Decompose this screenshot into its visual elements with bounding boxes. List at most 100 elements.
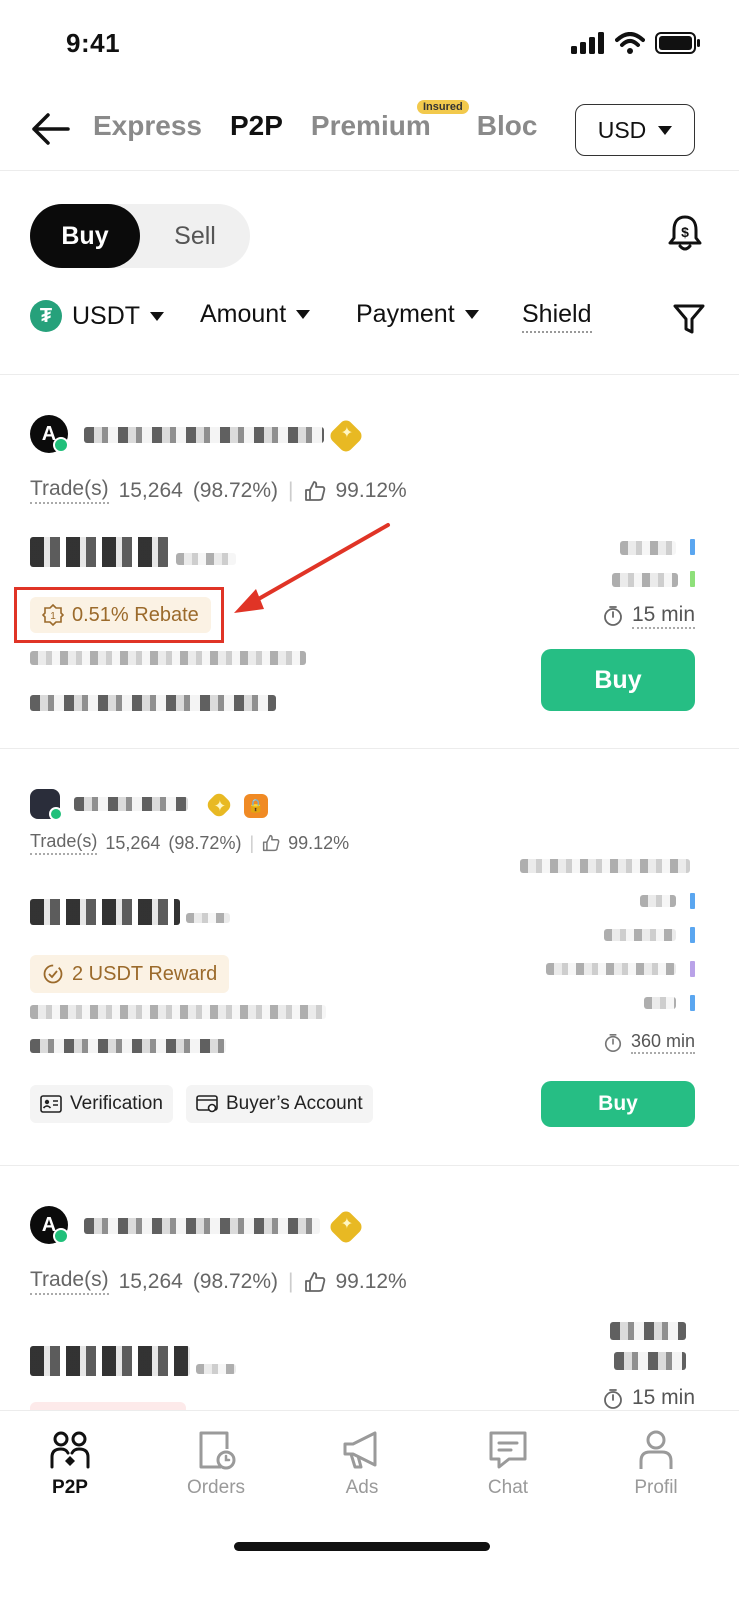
timer-icon bbox=[604, 1033, 622, 1052]
nav-profile-label: Profil bbox=[634, 1477, 678, 1498]
thumbs-up-icon bbox=[304, 480, 325, 501]
payment-method-color-bar bbox=[690, 927, 695, 943]
separator: | bbox=[288, 1269, 294, 1293]
verified-merchant-badge-icon bbox=[327, 1208, 365, 1246]
thumbs-up-icon bbox=[304, 1271, 325, 1292]
bottom-nav: P2P Orders Ads Chat Profil bbox=[0, 1410, 739, 1600]
merchant-name-redacted[interactable] bbox=[74, 797, 188, 811]
trades-label: Trade(s) bbox=[30, 831, 98, 855]
megaphone-icon bbox=[343, 1431, 377, 1469]
toggle-sell[interactable]: Sell bbox=[140, 204, 250, 268]
trades-label: Trade(s) bbox=[30, 477, 109, 504]
nav-p2p[interactable]: P2P bbox=[0, 1429, 140, 1499]
nav-p2p-label: P2P bbox=[52, 1477, 88, 1498]
available-redacted bbox=[30, 1039, 226, 1053]
payment-filter-label: Payment bbox=[356, 300, 455, 328]
verification-tag: Verification bbox=[30, 1085, 173, 1123]
separator: | bbox=[249, 832, 255, 853]
payment-method-redacted bbox=[640, 895, 676, 907]
merchant-name-redacted[interactable] bbox=[84, 427, 324, 443]
trades-rate: (98.72%) bbox=[168, 832, 242, 853]
like-rate: 99.12% bbox=[288, 832, 350, 853]
shield-filter-label: Shield bbox=[522, 300, 592, 333]
tab-block[interactable]: Bloc bbox=[477, 110, 538, 142]
amount-filter-label: Amount bbox=[200, 300, 287, 328]
tab-premium[interactable]: Premium bbox=[311, 110, 431, 142]
status-time: 9:41 bbox=[66, 28, 121, 58]
currency-select[interactable]: USD bbox=[575, 104, 695, 156]
payment-method-redacted bbox=[604, 929, 676, 941]
price-unit-redacted bbox=[196, 1364, 236, 1374]
trades-label: Trade(s) bbox=[30, 1268, 109, 1295]
chevron-down-icon bbox=[150, 311, 165, 321]
promo-badge-partial bbox=[30, 1402, 186, 1410]
price-redacted bbox=[30, 899, 180, 925]
payment-methods-header-redacted bbox=[520, 859, 690, 873]
trade-stats: Trade(s) 15,264 (98.72%) | 99.12% bbox=[30, 1268, 407, 1295]
verification-tag-label: Verification bbox=[70, 1093, 163, 1114]
signal-icon bbox=[571, 32, 604, 54]
asset-filter-label: USDT bbox=[72, 301, 141, 330]
payment-method-redacted bbox=[620, 541, 676, 555]
chat-icon bbox=[489, 1431, 527, 1469]
currency-value: USD bbox=[597, 116, 647, 143]
reward-badge[interactable]: 2 USDT Reward bbox=[30, 955, 230, 993]
nav-chat[interactable]: Chat bbox=[438, 1429, 578, 1499]
toggle-buy[interactable]: Buy bbox=[30, 204, 140, 268]
payment-time: 15 min bbox=[602, 603, 695, 629]
asset-filter[interactable]: ₮ USDT bbox=[30, 300, 165, 332]
payment-method-color-bar bbox=[690, 961, 695, 977]
shield-filter[interactable]: Shield bbox=[522, 300, 592, 333]
price-redacted bbox=[30, 1346, 190, 1376]
payment-method-redacted bbox=[610, 1322, 686, 1340]
buy-button[interactable]: Buy bbox=[541, 1081, 695, 1127]
account-card-icon bbox=[196, 1095, 218, 1113]
back-arrow-icon[interactable] bbox=[30, 112, 72, 146]
payment-time: 15 min bbox=[602, 1386, 695, 1410]
nav-orders[interactable]: Orders bbox=[146, 1429, 286, 1499]
divider bbox=[0, 170, 739, 171]
merchant-name-redacted[interactable] bbox=[84, 1218, 320, 1234]
verified-merchant-badge-icon bbox=[204, 790, 234, 820]
like-rate: 99.12% bbox=[335, 478, 407, 502]
home-indicator[interactable] bbox=[234, 1542, 490, 1551]
trades-rate: (98.72%) bbox=[192, 478, 279, 502]
wifi-icon bbox=[615, 32, 645, 54]
payment-method-color-bar bbox=[690, 893, 695, 909]
rebate-badge[interactable]: 1 0.51% Rebate bbox=[30, 597, 211, 633]
payment-method-redacted bbox=[644, 997, 676, 1009]
trade-stats: Trade(s) 15,264 (98.72%) | 99.12% bbox=[30, 831, 349, 855]
buy-sell-toggle: Buy Sell bbox=[30, 204, 250, 268]
funnel-filter-icon[interactable] bbox=[672, 302, 706, 336]
payment-filter[interactable]: Payment bbox=[356, 300, 479, 329]
online-status-dot bbox=[53, 437, 69, 453]
chevron-down-icon bbox=[296, 310, 311, 319]
nav-ads-label: Ads bbox=[345, 1477, 379, 1498]
lock-badge-icon: 🔒 bbox=[244, 794, 268, 818]
tab-express[interactable]: Express bbox=[93, 110, 202, 142]
verified-merchant-badge-icon bbox=[327, 417, 365, 455]
svg-text:1: 1 bbox=[50, 611, 56, 622]
amount-filter[interactable]: Amount bbox=[200, 300, 311, 329]
buyer-account-tag: Buyer’s Account bbox=[186, 1085, 373, 1123]
trades-count: 15,264 bbox=[105, 832, 161, 853]
nav-profile[interactable]: Profil bbox=[586, 1429, 726, 1499]
tab-p2p[interactable]: P2P bbox=[230, 110, 283, 142]
payment-time-value: 15 min bbox=[631, 603, 695, 629]
status-icons bbox=[571, 32, 701, 54]
buy-button[interactable]: Buy bbox=[541, 649, 695, 711]
chevron-down-icon bbox=[464, 310, 479, 319]
price-alert-bell-icon[interactable]: $ bbox=[668, 214, 702, 252]
payment-time: 360 min bbox=[603, 1031, 695, 1054]
chevron-down-icon bbox=[658, 125, 673, 135]
limits-redacted bbox=[30, 1005, 326, 1019]
payment-method-redacted bbox=[614, 1352, 686, 1370]
id-card-icon bbox=[40, 1095, 62, 1113]
nav-ads[interactable]: Ads bbox=[292, 1429, 432, 1499]
reward-label: 2 USDT Reward bbox=[72, 962, 218, 985]
trade-stats: Trade(s) 15,264 (98.72%) | 99.12% bbox=[30, 477, 407, 504]
trades-count: 15,264 bbox=[118, 478, 183, 502]
price-unit-redacted bbox=[186, 913, 230, 923]
insured-badge: Insured bbox=[417, 100, 469, 114]
svg-text:$: $ bbox=[681, 224, 689, 240]
